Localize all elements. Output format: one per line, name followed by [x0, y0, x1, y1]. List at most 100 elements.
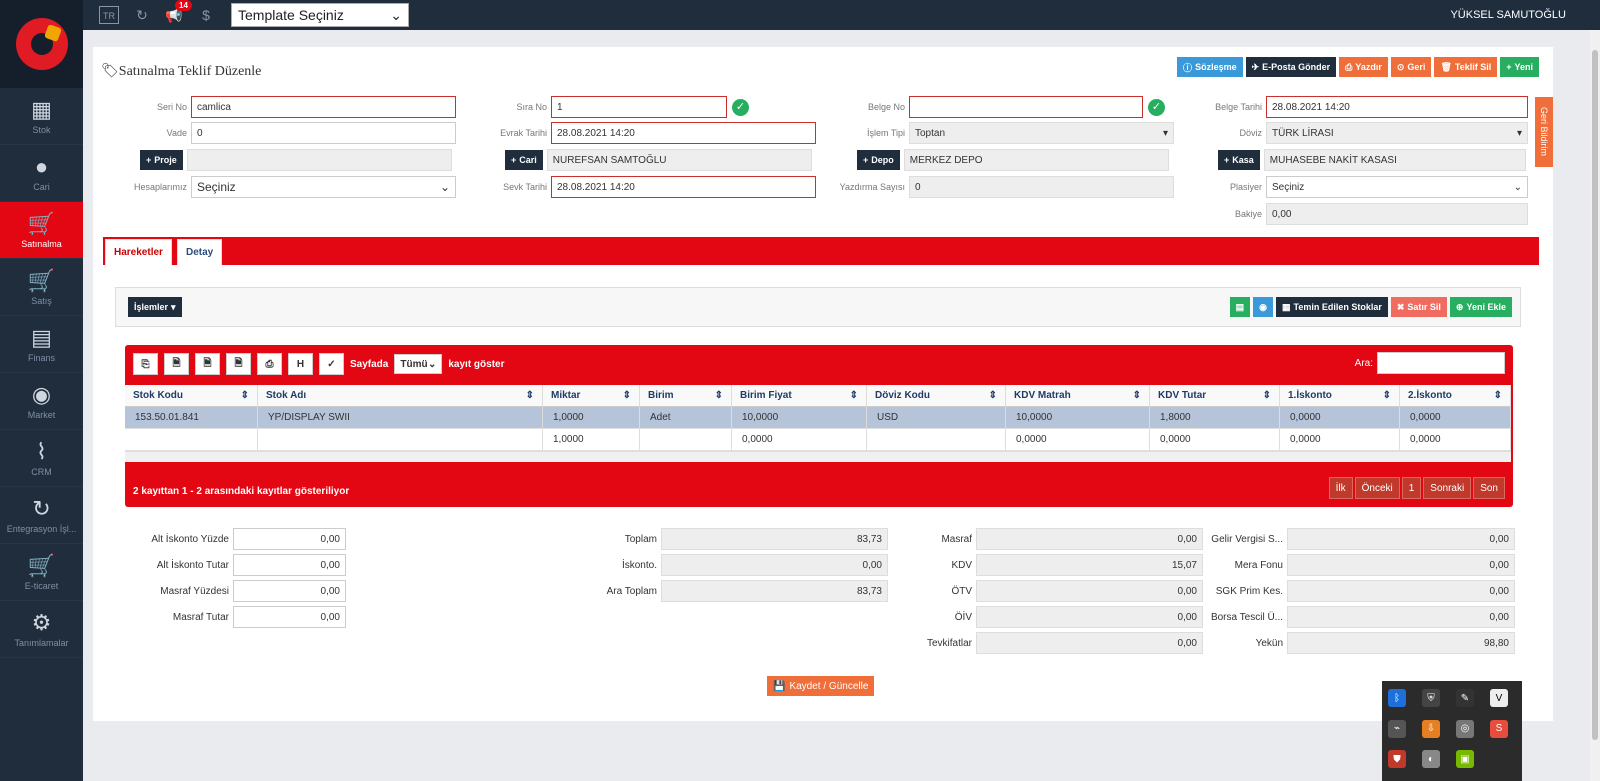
yekun-input[interactable]: 98,80	[1287, 632, 1515, 654]
islemler-dropdown[interactable]: İşlemler ▾	[128, 297, 182, 317]
plasiyer-select[interactable]: Seçiniz ⌄	[1266, 176, 1528, 198]
mera-fonu-input[interactable]: 0,00	[1287, 554, 1515, 576]
tab-detay[interactable]: Detay	[177, 239, 223, 265]
search-input[interactable]	[1377, 352, 1505, 374]
col-stok-adi[interactable]: Stok Adı ⇕	[258, 385, 543, 407]
file-csv-icon[interactable]: 🗎	[195, 353, 220, 375]
sidebar-item-entegrasyon[interactable]: ↻ Entegrasyon İşl...	[0, 487, 83, 544]
back-button[interactable]: ⊙ Geri	[1390, 57, 1432, 77]
dollar-icon[interactable]: $	[197, 6, 215, 24]
vade-input[interactable]: 0	[191, 122, 456, 144]
masraf-tutar-input[interactable]: 0,00	[233, 606, 346, 628]
sevk-tarihi-input[interactable]: 28.08.2021 14:20	[551, 176, 816, 198]
shield-icon[interactable]: ⛨	[1422, 689, 1440, 707]
add-new-row-button[interactable]: ⊕ Yeni Ekle	[1449, 297, 1512, 317]
page-last[interactable]: Son	[1473, 477, 1505, 499]
logo[interactable]	[0, 0, 83, 88]
col-birim[interactable]: Birim ⇕	[640, 385, 732, 407]
page-size-select[interactable]: Tümü ⌄	[394, 354, 443, 374]
alt-iskonto-yuzde-input[interactable]: 0,00	[233, 528, 346, 550]
page-next[interactable]: Sonraki	[1423, 477, 1472, 499]
horizontal-scrollbar[interactable]	[125, 451, 1511, 462]
belge-tarihi-input[interactable]: 28.08.2021 14:20	[1266, 96, 1528, 118]
security-app-icon[interactable]: S	[1490, 719, 1508, 738]
sidebar-item-satis[interactable]: 🛒 Satış	[0, 259, 83, 316]
excel-button[interactable]: ▤	[1229, 297, 1251, 317]
delete-row-button[interactable]: ✖ Satır Sil	[1390, 297, 1447, 317]
usb-icon[interactable]: ⌁	[1388, 719, 1406, 738]
file-excel-icon[interactable]: 🗎	[164, 353, 189, 375]
sira-no-input[interactable]: 1	[551, 96, 727, 118]
add-cari-button[interactable]: + Cari	[505, 150, 543, 170]
bakiye-input[interactable]: 0,00	[1266, 203, 1528, 225]
cari-input[interactable]: NUREFSAN SAMTOĞLU	[546, 149, 812, 171]
col-kdv-tutar[interactable]: KDV Tutar ⇕	[1150, 385, 1280, 407]
add-depo-button[interactable]: + Depo	[857, 150, 900, 170]
save-update-button[interactable]: 💾 Kaydet / Güncelle	[767, 676, 875, 696]
megaphone-icon[interactable]: 📢 14	[165, 0, 192, 24]
new-button[interactable]: + Yeni	[1500, 57, 1539, 77]
print-icon[interactable]: ⎙	[257, 353, 282, 375]
sidebar-item-market[interactable]: ◉ Market	[0, 373, 83, 430]
delete-offer-button[interactable]: 🗑 Teklif Sil	[1434, 57, 1498, 77]
copy-icon[interactable]: ⎘	[133, 353, 158, 375]
islem-tipi-select[interactable]: Toptan ▾	[909, 122, 1174, 144]
evrak-tarihi-input[interactable]: 28.08.2021 14:20	[551, 122, 816, 144]
sidebar-item-tanimlamalar[interactable]: ⚙ Tanımlamalar	[0, 601, 83, 658]
antivirus-icon[interactable]: ⛊	[1388, 750, 1406, 769]
alt-iskonto-tutar-input[interactable]: 0,00	[233, 554, 346, 576]
refresh-icon[interactable]: ↻	[133, 6, 151, 24]
seri-no-input[interactable]: camlica	[191, 96, 456, 118]
col-kdv-matrah[interactable]: KDV Matrah ⇕	[1006, 385, 1150, 407]
print-button[interactable]: ⎙ Yazdır	[1339, 57, 1388, 77]
tab-hareketler[interactable]: Hareketler	[105, 239, 172, 265]
feedback-tab[interactable]: Geri Bildirim	[1535, 97, 1553, 167]
hesaplarimiz-select[interactable]: Seçiniz ⌄	[191, 176, 456, 198]
sidebar-item-finans[interactable]: ▤ Finans	[0, 316, 83, 373]
table-row[interactable]: 153.50.01.841 YP/DISPLAY SWII 1,0000 Ade…	[125, 407, 1511, 429]
page-first[interactable]: İlk	[1328, 477, 1353, 499]
check-icon[interactable]: ✓	[319, 353, 344, 375]
col-iskonto-1[interactable]: 1.İskonto ⇕	[1280, 385, 1400, 407]
doviz-select[interactable]: TÜRK LİRASI ▾	[1266, 122, 1528, 144]
sidebar-item-eticaret[interactable]: 🛒 E-ticaret	[0, 544, 83, 601]
sgk-prim-input[interactable]: 0,00	[1287, 580, 1515, 602]
col-stok-kodu[interactable]: Stok Kodu ⇕	[125, 385, 258, 407]
borsa-tescil-input[interactable]: 0,00	[1287, 606, 1515, 628]
nvidia-icon[interactable]: ▣	[1456, 750, 1474, 769]
sidebar-item-stok[interactable]: ▦ Stok	[0, 88, 83, 145]
masraf-yuzdesi-input[interactable]: 0,00	[233, 580, 346, 602]
table-row[interactable]: 1,0000 0,0000 0,0000 0,0000 0,0000 0,000…	[125, 429, 1511, 451]
yazdirma-sayisi-input[interactable]: 0	[909, 176, 1174, 198]
sidebar-item-crm[interactable]: ⌇ CRM	[0, 430, 83, 487]
bluetooth-icon[interactable]: ᛒ	[1388, 689, 1406, 707]
heading-icon[interactable]: H	[288, 353, 313, 375]
gelir-vergisi-input[interactable]: 0,00	[1287, 528, 1515, 550]
email-send-button[interactable]: ✈ E-Posta Gönder	[1245, 57, 1337, 77]
tool-icon[interactable]: ✎	[1456, 689, 1474, 707]
page-scrollbar[interactable]	[1590, 30, 1600, 781]
page-number[interactable]: 1	[1401, 477, 1422, 499]
temin-stoklar-button[interactable]: ▦ Temin Edilen Stoklar	[1275, 297, 1388, 317]
template-select[interactable]: Template Seçiniz ⌄	[231, 3, 409, 27]
user-name[interactable]: YÜKSEL SAMUTOĞLU	[1450, 9, 1566, 21]
col-doviz-kodu[interactable]: Döviz Kodu ⇕	[867, 385, 1006, 407]
col-iskonto-2[interactable]: 2.İskonto ⇕	[1400, 385, 1511, 407]
add-kasa-button[interactable]: + Kasa	[1218, 150, 1260, 170]
app-icon[interactable]: V	[1490, 689, 1508, 707]
sozlesme-button[interactable]: ⓘ Sözleşme	[1177, 57, 1243, 77]
cloud-icon[interactable]: ◐	[1422, 750, 1440, 769]
page-prev[interactable]: Önceki	[1354, 477, 1400, 499]
col-birim-fiyat[interactable]: Birim Fiyat ⇕	[732, 385, 867, 407]
kasa-input[interactable]: MUHASEBE NAKİT KASASI	[1263, 149, 1526, 171]
depo-input[interactable]: MERKEZ DEPO	[903, 149, 1169, 171]
view-button[interactable]: ◉	[1253, 297, 1273, 317]
file-pdf-icon[interactable]: 🗎	[226, 353, 251, 375]
updater-icon[interactable]: ⇩	[1422, 719, 1440, 738]
sidebar-item-satinalma[interactable]: 🛒 Satınalma	[0, 202, 83, 259]
language-switch[interactable]: TR	[99, 6, 119, 24]
sidebar-item-cari[interactable]: ● Cari	[0, 145, 83, 202]
add-proje-button[interactable]: + Proje	[140, 150, 183, 170]
belge-no-input[interactable]	[909, 96, 1143, 118]
disc-icon[interactable]: ◎	[1456, 719, 1474, 738]
